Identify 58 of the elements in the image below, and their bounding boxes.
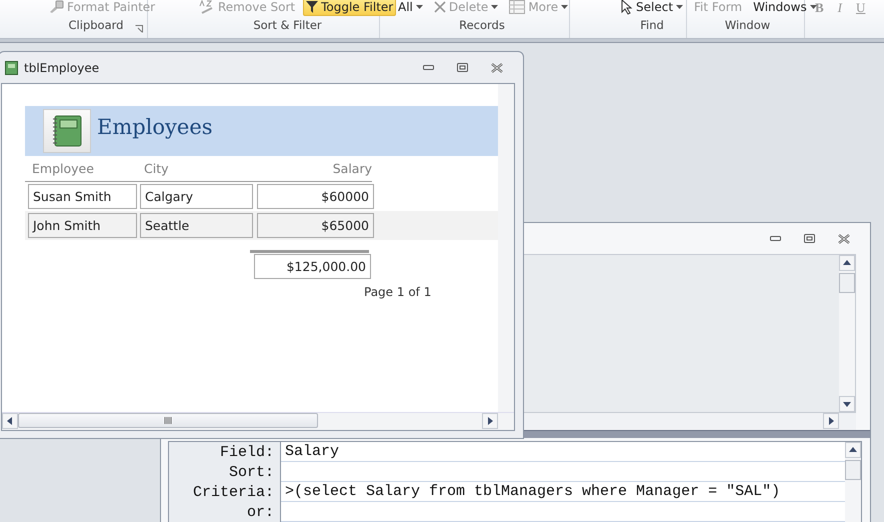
- table-cell: $65000: [257, 213, 374, 238]
- format-button[interactable]: I: [838, 0, 842, 16]
- scroll-thumb[interactable]: [839, 273, 855, 293]
- ribbon-dropdown-button[interactable]: All: [395, 0, 426, 16]
- grid-row-label: Sort:: [228, 462, 275, 482]
- scroll-up-icon[interactable]: [839, 255, 855, 271]
- window-title: tblEmployee: [24, 60, 100, 74]
- report-title: Employees: [97, 115, 213, 139]
- table-cell: Calgary: [140, 184, 253, 209]
- scroll-left-icon[interactable]: [2, 413, 18, 429]
- scroll-up-icon[interactable]: [845, 442, 861, 458]
- caret-icon: [491, 5, 498, 9]
- grid-row-label: or:: [246, 502, 275, 522]
- grid-row-label: Field:: [218, 442, 275, 462]
- table-cell: Seattle: [140, 213, 253, 238]
- column-header: Salary: [332, 161, 373, 176]
- sort-eraser-icon: [199, 0, 215, 14]
- scroll-right-icon[interactable]: [823, 413, 839, 429]
- scroll-down-icon[interactable]: [839, 396, 855, 412]
- restore-icon[interactable]: [457, 63, 468, 72]
- notebook-icon: [52, 115, 82, 147]
- table-icon: [5, 60, 18, 74]
- ribbon-group-label: Sort & Filter: [253, 18, 322, 32]
- grid-cell[interactable]: Salary: [281, 442, 845, 462]
- ribbon-dropdown-button[interactable]: Select: [618, 0, 686, 16]
- minimize-icon[interactable]: [770, 236, 781, 241]
- total-cell: $125,000.00: [254, 254, 371, 279]
- filter-icon: [306, 1, 318, 13]
- close-icon[interactable]: [838, 234, 850, 244]
- grid-row-label: Criteria:: [192, 482, 275, 502]
- minimize-icon[interactable]: [423, 65, 434, 70]
- caret-icon: [676, 5, 684, 9]
- dialog-launcher-icon[interactable]: [135, 25, 143, 33]
- scroll-thumb[interactable]: [845, 460, 861, 480]
- x-icon: [434, 1, 446, 13]
- ribbon-group-label: Clipboard: [68, 18, 124, 32]
- ribbon-group-label: Find: [640, 18, 664, 32]
- table-cell: John Smith: [28, 213, 137, 238]
- toggle-filter-button[interactable]: Toggle Filter: [303, 0, 396, 16]
- scroll-right-icon[interactable]: [482, 413, 498, 429]
- format-button[interactable]: U: [856, 0, 866, 16]
- cursor-icon: [621, 0, 633, 15]
- page-number: Page 1 of 1: [364, 285, 432, 299]
- column-header: City: [144, 161, 170, 176]
- table-cell: Susan Smith: [28, 184, 137, 209]
- ribbon-group-label: Window: [724, 18, 770, 32]
- paintbrush-icon: [48, 0, 64, 14]
- grid-cell[interactable]: >(select Salary from tblManagers where Manager = "SAL"): [281, 482, 845, 502]
- ribbon-group-label: Records: [459, 18, 505, 32]
- close-icon[interactable]: [491, 62, 503, 72]
- caret-icon: [810, 5, 817, 9]
- scroll-thumb[interactable]: [18, 413, 318, 428]
- column-header: Employee: [32, 161, 95, 176]
- caret-icon: [561, 5, 568, 9]
- restore-icon[interactable]: [804, 234, 815, 243]
- table-cell: $60000: [257, 184, 374, 209]
- caret-icon: [416, 5, 423, 9]
- format-button[interactable]: B: [815, 0, 824, 16]
